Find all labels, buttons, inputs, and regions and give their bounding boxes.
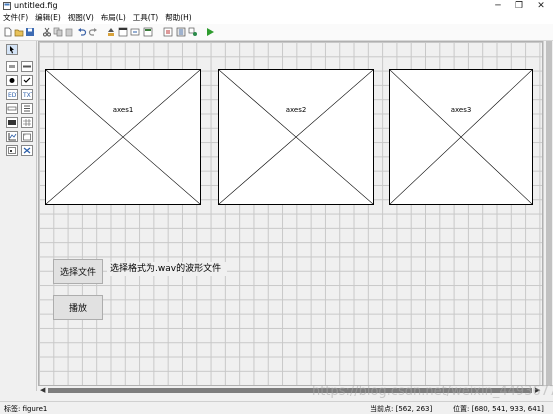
layout-canvas[interactable]: axes1 axes2 axes3 选择文件 选择格式为.wav的波形文件 播放: [38, 41, 543, 386]
menu-edit[interactable]: 编辑(E): [35, 12, 61, 24]
listbox-icon[interactable]: [21, 103, 33, 114]
table-icon[interactable]: [21, 117, 33, 128]
menu-help[interactable]: 帮助(H): [165, 12, 192, 24]
guide-window: untitled.fig ─ ❐ ✕ 文件(F) 编辑(E) 视图(V) 布局(…: [0, 0, 553, 414]
title-bar: untitled.fig ─ ❐ ✕: [0, 0, 553, 12]
vertical-scroll-thumb[interactable]: [546, 41, 552, 386]
axes2-label: axes2: [285, 106, 307, 114]
axes3-placeholder[interactable]: axes3: [389, 69, 533, 205]
play-button[interactable]: 播放: [53, 295, 103, 320]
radio-button-icon[interactable]: [6, 75, 18, 86]
static-text-icon[interactable]: TXT: [21, 89, 35, 100]
svg-text:T: T: [23, 133, 26, 137]
matlab-figure-icon: [3, 2, 11, 10]
undo-icon[interactable]: [77, 27, 87, 37]
menu-layout[interactable]: 布局(L): [101, 12, 126, 24]
menu-file[interactable]: 文件(F): [3, 12, 28, 24]
axes1-label: axes1: [112, 106, 134, 114]
axes2-placeholder[interactable]: axes2: [218, 69, 374, 205]
menu-editor-icon[interactable]: [118, 27, 128, 37]
scroll-left-arrow-icon[interactable]: ◀: [40, 387, 45, 394]
toolbar-editor-icon[interactable]: [143, 27, 153, 37]
component-palette: EDT TXT T: [0, 41, 37, 391]
menu-bar: 文件(F) 编辑(E) 视图(V) 布局(L) 工具(T) 帮助(H): [0, 12, 553, 24]
menu-view[interactable]: 视图(V): [68, 12, 94, 24]
open-folder-icon[interactable]: [14, 27, 24, 37]
select-file-button[interactable]: 选择文件: [53, 259, 103, 284]
status-current-point: 当前点: [562, 263]: [370, 405, 433, 413]
panel-icon[interactable]: T: [21, 131, 33, 142]
editor-icon[interactable]: [163, 27, 173, 37]
menu-tools[interactable]: 工具(T): [133, 12, 158, 24]
svg-text:EDT: EDT: [8, 92, 17, 99]
status-tag: 标签: figure1: [4, 405, 48, 413]
window-title: untitled.fig: [14, 1, 58, 10]
paste-icon[interactable]: [64, 27, 74, 37]
status-bar: 标签: figure1 当前点: [562, 263] 位置: [680, 54…: [0, 401, 553, 414]
redo-icon[interactable]: [88, 27, 98, 37]
new-file-icon[interactable]: [3, 27, 13, 37]
edit-text-icon[interactable]: EDT: [6, 89, 20, 100]
activex-control-icon[interactable]: [21, 145, 33, 156]
axes1-placeholder[interactable]: axes1: [45, 69, 201, 205]
axes3-label: axes3: [450, 106, 472, 114]
axes-cross-lines: [219, 70, 373, 204]
vertical-scrollbar[interactable]: [543, 41, 553, 386]
close-button[interactable]: ✕: [529, 0, 553, 12]
property-inspector-icon[interactable]: [176, 27, 186, 37]
slider-icon[interactable]: [21, 61, 33, 72]
button-group-icon[interactable]: [6, 145, 18, 156]
cut-icon[interactable]: [42, 27, 52, 37]
object-browser-icon[interactable]: [188, 27, 198, 37]
popup-menu-icon[interactable]: [6, 103, 18, 114]
save-icon[interactable]: [25, 27, 35, 37]
axes-icon[interactable]: [6, 131, 18, 142]
copy-icon[interactable]: [53, 27, 63, 37]
axes-cross-lines: [46, 70, 200, 204]
push-button-icon[interactable]: [6, 61, 18, 72]
toggle-button-icon[interactable]: [6, 117, 18, 128]
toolbar: [0, 24, 553, 41]
watermark: https://blog.csdn.net/weixin_4493677: [312, 384, 553, 399]
maximize-button[interactable]: ❐: [507, 0, 531, 12]
axes-cross-lines: [390, 70, 532, 204]
svg-text:TXT: TXT: [22, 92, 32, 99]
run-icon[interactable]: [205, 27, 215, 37]
checkbox-icon[interactable]: [21, 75, 33, 86]
align-objects-icon[interactable]: [106, 27, 116, 37]
tab-order-icon[interactable]: [130, 27, 140, 37]
file-format-hint-text: 选择格式为.wav的波形文件: [107, 262, 227, 276]
status-position: 位置: [680, 541, 933, 641]: [453, 405, 544, 413]
select-tool-icon[interactable]: [6, 44, 18, 55]
